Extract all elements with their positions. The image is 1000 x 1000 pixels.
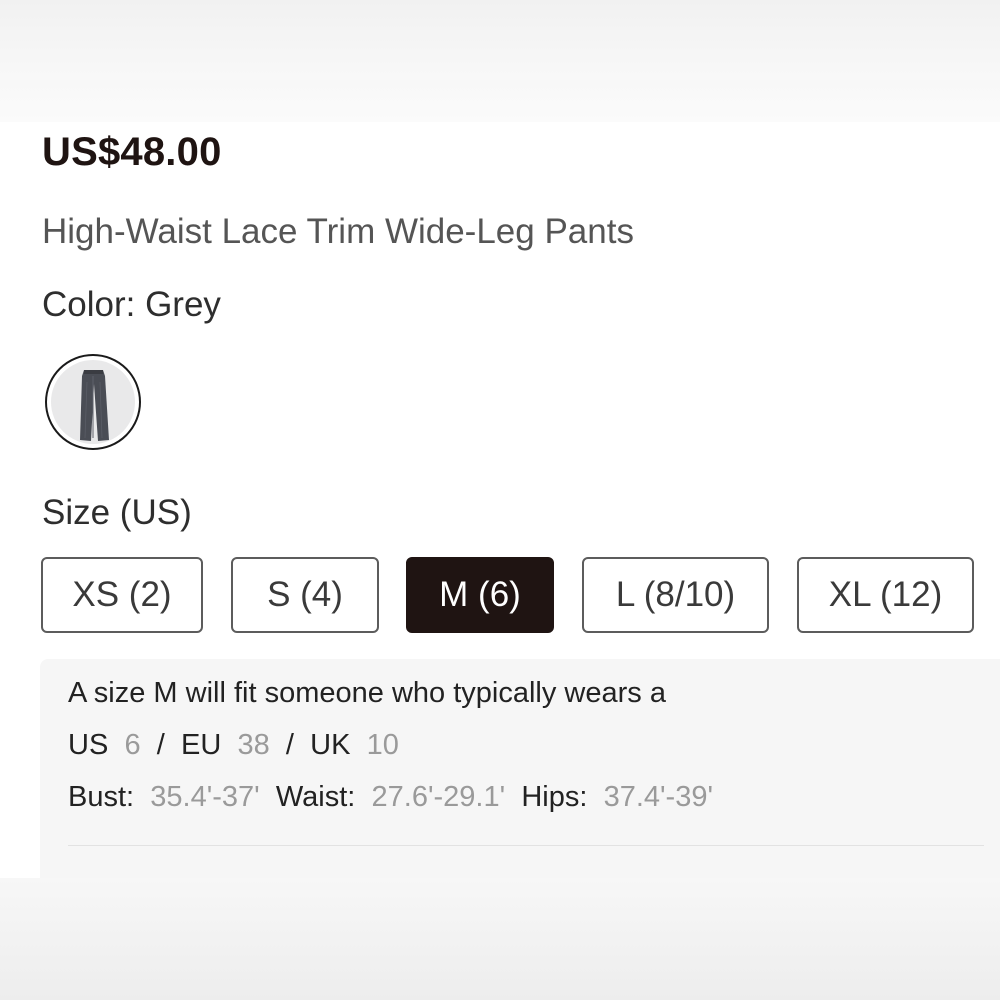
hips-label: Hips: [521,781,588,813]
top-image-edge [0,0,1000,122]
size-option-xs[interactable]: XS (2) [41,557,203,633]
panel-divider [68,845,984,846]
separator: / [285,729,294,761]
us-value: 6 [124,729,141,761]
size-option-m[interactable]: M (6) [406,557,554,633]
separator: / [156,729,165,761]
product-title: High-Waist Lace Trim Wide-Leg Pants [42,212,634,251]
fit-description: A size M will fit someone who typically … [68,677,666,709]
uk-label: UK [310,729,351,761]
waist-value: 27.6'-29.1' [371,781,506,813]
product-price: US$48.00 [42,130,222,174]
eu-label: EU [181,729,222,761]
color-label: Color: Grey [42,285,221,324]
bust-label: Bust: [68,781,135,813]
size-label: Size (US) [42,493,192,532]
size-option-s[interactable]: S (4) [231,557,379,633]
color-swatch-grey[interactable] [45,354,141,450]
us-label: US [68,729,109,761]
measurements-row: Bust: 35.4'-37' Waist: 27.6'-29.1' Hips:… [68,781,721,814]
bust-value: 35.4'-37' [150,781,260,813]
size-option-xl[interactable]: XL (12) [797,557,974,633]
size-conversion-row: US 6 / EU 38 / UK 10 [68,729,407,762]
size-option-l[interactable]: L (8/10) [582,557,769,633]
eu-value: 38 [237,729,270,761]
uk-value: 10 [366,729,399,761]
size-fit-info-panel: A size M will fit someone who typically … [40,659,1000,878]
hips-value: 37.4'-39' [603,781,714,813]
pants-thumbnail-icon [51,360,135,444]
bottom-image-edge [0,878,1000,1000]
waist-label: Waist: [275,781,356,813]
